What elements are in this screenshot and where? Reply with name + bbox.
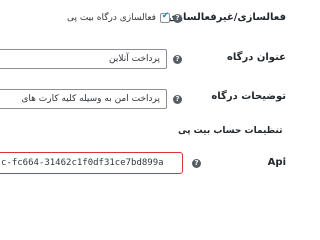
help-icon[interactable]: ? — [192, 159, 201, 168]
api-key-input[interactable]: c-fc664-31462c1f0df31ce7bd899a — [0, 152, 183, 174]
description-input[interactable]: پرداخت امن به وسیله کلیه کارت های — [0, 89, 167, 109]
checkmark-icon: ✔ — [161, 11, 170, 21]
api-label: Api — [267, 157, 286, 168]
enable-label: فعالسازی/غیرفعالسازی — [168, 12, 286, 23]
help-icon[interactable]: ? — [173, 95, 182, 104]
enable-checkbox[interactable]: ✔ — [160, 11, 170, 23]
account-settings-heading: تنظیمات حساب بیت پی — [178, 126, 283, 136]
enable-checkbox-label[interactable]: فعالسازی درگاه بیت پی — [30, 13, 156, 23]
title-input[interactable]: پرداخت آنلاین — [0, 49, 167, 69]
title-label: عنوان درگاه — [227, 52, 286, 63]
help-icon[interactable]: ? — [173, 55, 182, 64]
description-label: توضیحات درگاه — [211, 91, 286, 102]
help-icon[interactable]: ? — [173, 14, 182, 23]
